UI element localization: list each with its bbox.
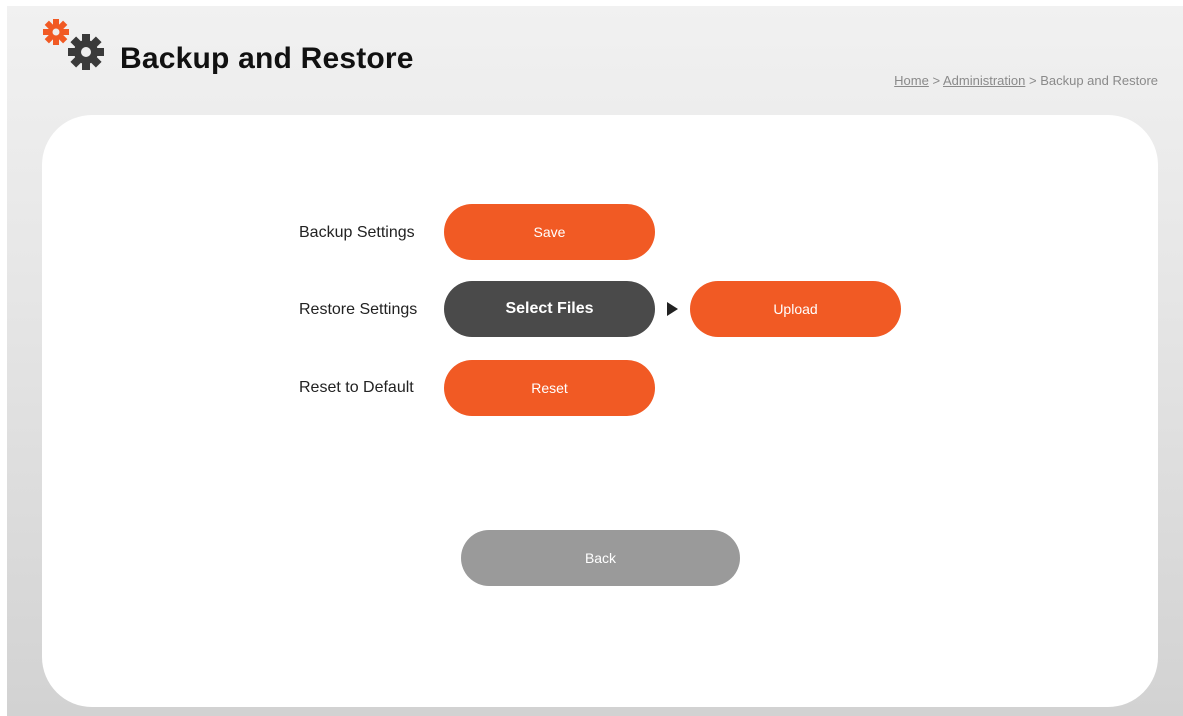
- breadcrumb-separator: >: [932, 73, 941, 88]
- breadcrumb: Home > Administration > Backup and Resto…: [894, 73, 1158, 88]
- save-button[interactable]: Save: [444, 204, 655, 260]
- breadcrumb-current: Backup and Restore: [1040, 73, 1158, 88]
- upload-button[interactable]: Upload: [690, 281, 901, 337]
- back-button[interactable]: Back: [461, 530, 740, 586]
- breadcrumb-home-link[interactable]: Home: [894, 73, 929, 88]
- backup-settings-label: Backup Settings: [299, 224, 415, 241]
- play-arrow-icon: [667, 302, 678, 316]
- breadcrumb-separator: >: [1028, 73, 1037, 88]
- restore-settings-label: Restore Settings: [299, 301, 418, 318]
- reset-button[interactable]: Reset: [444, 360, 655, 416]
- select-files-button[interactable]: Select Files: [444, 281, 655, 337]
- breadcrumb-administration-link[interactable]: Administration: [943, 73, 1025, 88]
- page-title: Backup and Restore: [120, 42, 414, 75]
- reset-to-default-label: Reset to Default: [299, 379, 414, 396]
- gears-icon: [36, 12, 106, 72]
